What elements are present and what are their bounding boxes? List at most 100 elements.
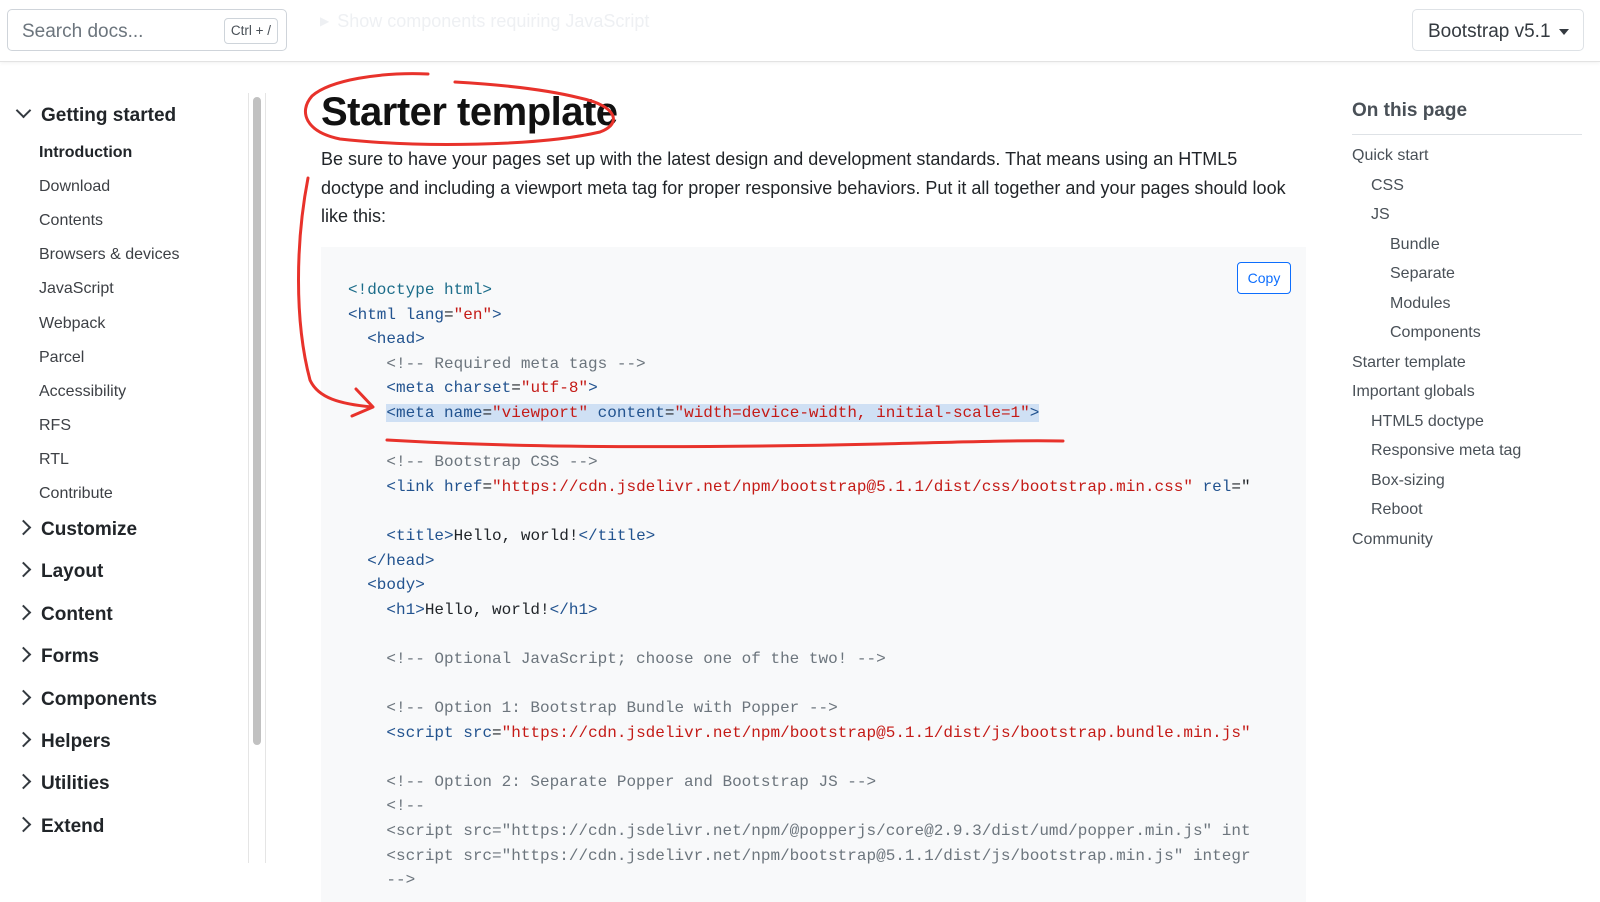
- version-dropdown[interactable]: Bootstrap v5.1: [1412, 9, 1584, 51]
- docs-sidebar: Getting started Introduction Download Cont…: [0, 93, 250, 863]
- code-token: Hello, world!: [453, 526, 579, 545]
- search-input[interactable]: Search docs... Ctrl + /: [7, 9, 287, 51]
- toc-item-components[interactable]: Components: [1390, 324, 1481, 342]
- code-line: <head>: [348, 327, 1276, 352]
- caret-down-icon: [1559, 29, 1569, 35]
- code-line: <!-- Required meta tags -->: [348, 352, 1276, 377]
- show-js-components-label: Show components requiring JavaScript: [337, 11, 650, 31]
- chevron-right-icon: [15, 562, 32, 578]
- sidebar-item-accessibility[interactable]: Accessibility: [39, 383, 126, 401]
- toc-item-reboot[interactable]: Reboot: [1371, 501, 1423, 519]
- code-token: =: [664, 403, 675, 422]
- sidebar-item-browsers-devices[interactable]: Browsers & devices: [39, 246, 180, 264]
- code-token: [434, 403, 445, 422]
- code-token: "utf-8": [520, 379, 589, 398]
- sidebar-group-label: Helpers: [41, 731, 111, 752]
- sidebar-group-extend[interactable]: Extend: [15, 816, 104, 838]
- sidebar-scrollbar[interactable]: [248, 93, 266, 863]
- code-token: >: [492, 305, 502, 324]
- sidebar-group-utilities[interactable]: Utilities: [15, 773, 110, 795]
- code-token: "viewport": [492, 403, 589, 422]
- code-token: rel: [1202, 477, 1232, 496]
- code-line: <script src="https://cdn.jsdelivr.net/np…: [348, 721, 1276, 746]
- toc-divider: [1352, 134, 1582, 135]
- code-token: "width=device-width, initial-scale=1": [674, 403, 1030, 422]
- code-token: <h1>: [386, 600, 425, 619]
- sidebar-item-webpack[interactable]: Webpack: [39, 315, 105, 333]
- sidebar-item-rtl[interactable]: RTL: [39, 451, 69, 469]
- sidebar-group-helpers[interactable]: Helpers: [15, 731, 111, 753]
- toc-item-responsive-meta-tag[interactable]: Responsive meta tag: [1371, 442, 1521, 460]
- sidebar-item-contents[interactable]: Contents: [39, 212, 103, 230]
- code-line: </head>: [348, 549, 1276, 574]
- sidebar-group-components[interactable]: Components: [15, 689, 157, 711]
- sidebar-item-download[interactable]: Download: [39, 178, 110, 196]
- toc-item-separate[interactable]: Separate: [1390, 265, 1455, 283]
- code-line: <meta charset="utf-8">: [348, 376, 1276, 401]
- code-line: <!-- Option 1: Bootstrap Bundle with Pop…: [348, 696, 1276, 721]
- code-token: <meta: [386, 403, 435, 422]
- chevron-right-icon: [15, 519, 32, 536]
- code-token: lang: [405, 305, 445, 324]
- code-token: href: [444, 477, 483, 496]
- chevron-right-icon: [15, 774, 32, 790]
- sidebar-item-introduction[interactable]: Introduction: [39, 144, 132, 162]
- code-token: <title>: [386, 526, 454, 545]
- version-label: Bootstrap v5.1: [1428, 21, 1551, 42]
- toc-item-quick-start[interactable]: Quick start: [1352, 147, 1428, 165]
- toc-item-bundle[interactable]: Bundle: [1390, 236, 1440, 254]
- sidebar-group-forms[interactable]: Forms: [15, 646, 99, 668]
- toc-item-css[interactable]: CSS: [1371, 177, 1404, 195]
- code-token: <!-- Optional JavaScript; choose one of …: [386, 649, 886, 668]
- sidebar-group-getting-started[interactable]: Getting started: [15, 102, 176, 127]
- chevron-right-icon: [15, 689, 32, 705]
- sidebar-group-content[interactable]: Content: [15, 603, 113, 626]
- toc-item-important-globals[interactable]: Important globals: [1352, 383, 1475, 401]
- sidebar-item-rfs[interactable]: RFS: [39, 417, 71, 435]
- sidebar-item-javascript[interactable]: JavaScript: [39, 280, 114, 298]
- toc-item-community[interactable]: Community: [1352, 531, 1433, 549]
- code-line: <!--: [348, 794, 1276, 819]
- sidebar-group-layout[interactable]: Layout: [15, 561, 103, 583]
- code-token: [588, 403, 598, 422]
- sidebar-group-customize[interactable]: Customize: [15, 519, 137, 541]
- toc-item-js[interactable]: JS: [1371, 206, 1390, 224]
- chevron-right-icon: [15, 816, 32, 833]
- code-token: </title>: [578, 526, 656, 545]
- sidebar-item-parcel[interactable]: Parcel: [39, 349, 84, 367]
- sidebar-scrollbar-thumb[interactable]: [253, 97, 261, 745]
- copy-button[interactable]: Copy: [1237, 262, 1291, 294]
- code-line: <!-- Bootstrap CSS -->: [348, 450, 1276, 475]
- show-js-components-toggle[interactable]: ▶ Show components requiring JavaScript: [320, 11, 649, 32]
- sidebar-group-label: Content: [41, 603, 113, 625]
- chevron-right-icon: [15, 731, 32, 748]
- toc-item-modules[interactable]: Modules: [1390, 295, 1450, 313]
- code-line: <h1>Hello, world!</h1>: [348, 598, 1276, 623]
- code-token: <body>: [367, 576, 425, 595]
- toc-item-html5-doctype[interactable]: HTML5 doctype: [1371, 413, 1484, 431]
- toc-item-box-sizing[interactable]: Box-sizing: [1371, 472, 1445, 490]
- sidebar-item-contribute[interactable]: Contribute: [39, 485, 113, 503]
- toc-item-starter-template[interactable]: Starter template: [1352, 354, 1466, 372]
- code-listing: <!doctype html> <html lang="en"> <head> <…: [348, 278, 1276, 898]
- code-token: <script: [386, 723, 454, 742]
- code-token: <head>: [367, 330, 425, 349]
- code-token: <script src="https://cdn.jsdelivr.net/np…: [386, 822, 1251, 841]
- code-line: <script src="https://cdn.jsdelivr.net/np…: [348, 844, 1276, 869]
- code-token: -->: [386, 871, 416, 890]
- code-token: "en": [453, 305, 493, 324]
